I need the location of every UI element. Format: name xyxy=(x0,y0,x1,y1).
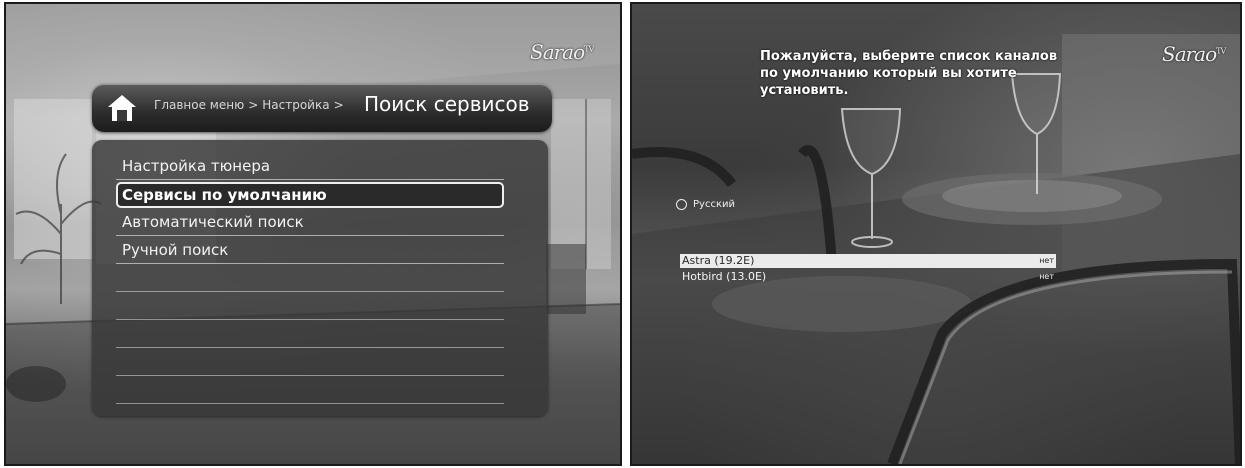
menu-item-empty xyxy=(116,378,504,404)
satellite-row-hotbird[interactable]: Hotbird (13.0E) нет xyxy=(680,270,1056,284)
home-icon[interactable] xyxy=(106,92,138,124)
breadcrumb: Главное меню > Настройка > xyxy=(154,98,348,112)
menu-item-empty xyxy=(116,350,504,376)
breadcrumb-item-settings[interactable]: Настройка xyxy=(262,98,329,112)
header-bar: Главное меню > Настройка > Поиск сервисов xyxy=(92,84,552,132)
brand-logo: SaraoTV xyxy=(1162,42,1226,66)
breadcrumb-item-main-menu[interactable]: Главное меню xyxy=(154,98,244,112)
satellite-value: нет xyxy=(1039,256,1054,265)
satellite-name: Astra (19.2E) xyxy=(682,254,755,267)
menu-item-tuner-settings[interactable]: Настройка тюнера xyxy=(116,154,504,180)
breadcrumb-separator: > xyxy=(248,98,259,112)
breadcrumb-separator: > xyxy=(333,98,344,112)
menu-item-empty xyxy=(116,266,504,292)
satellite-value: нет xyxy=(1039,272,1054,281)
menu-item-default-services[interactable]: Сервисы по умолчанию xyxy=(116,182,504,208)
menu-item-manual-search[interactable]: Ручной поиск xyxy=(116,238,504,264)
language-option-label: Русский xyxy=(693,198,735,210)
radio-button-icon[interactable] xyxy=(676,198,687,210)
brand-logo: SaraoTV xyxy=(530,40,594,64)
menu-item-auto-search[interactable]: Автоматический поиск xyxy=(116,210,504,236)
menu-item-empty xyxy=(116,294,504,320)
language-radio-option[interactable]: Русский xyxy=(676,197,735,211)
satellite-name: Hotbird (13.0E) xyxy=(682,270,767,283)
left-screen: SaraoTV Главное меню > Настройка > Поиск се… xyxy=(4,2,622,466)
instruction-text: Пожалуйста, выберите список каналов по у… xyxy=(760,49,1058,98)
menu-item-empty xyxy=(116,322,504,348)
menu-panel: Настройка тюнера Сервисы по умолчанию Ав… xyxy=(92,140,548,416)
right-screen: SaraoTV Пожалуйста, выберите список кана… xyxy=(630,2,1242,466)
page-title: Поиск сервисов xyxy=(364,92,530,116)
satellite-row-astra[interactable]: Astra (19.2E) нет xyxy=(680,254,1056,268)
